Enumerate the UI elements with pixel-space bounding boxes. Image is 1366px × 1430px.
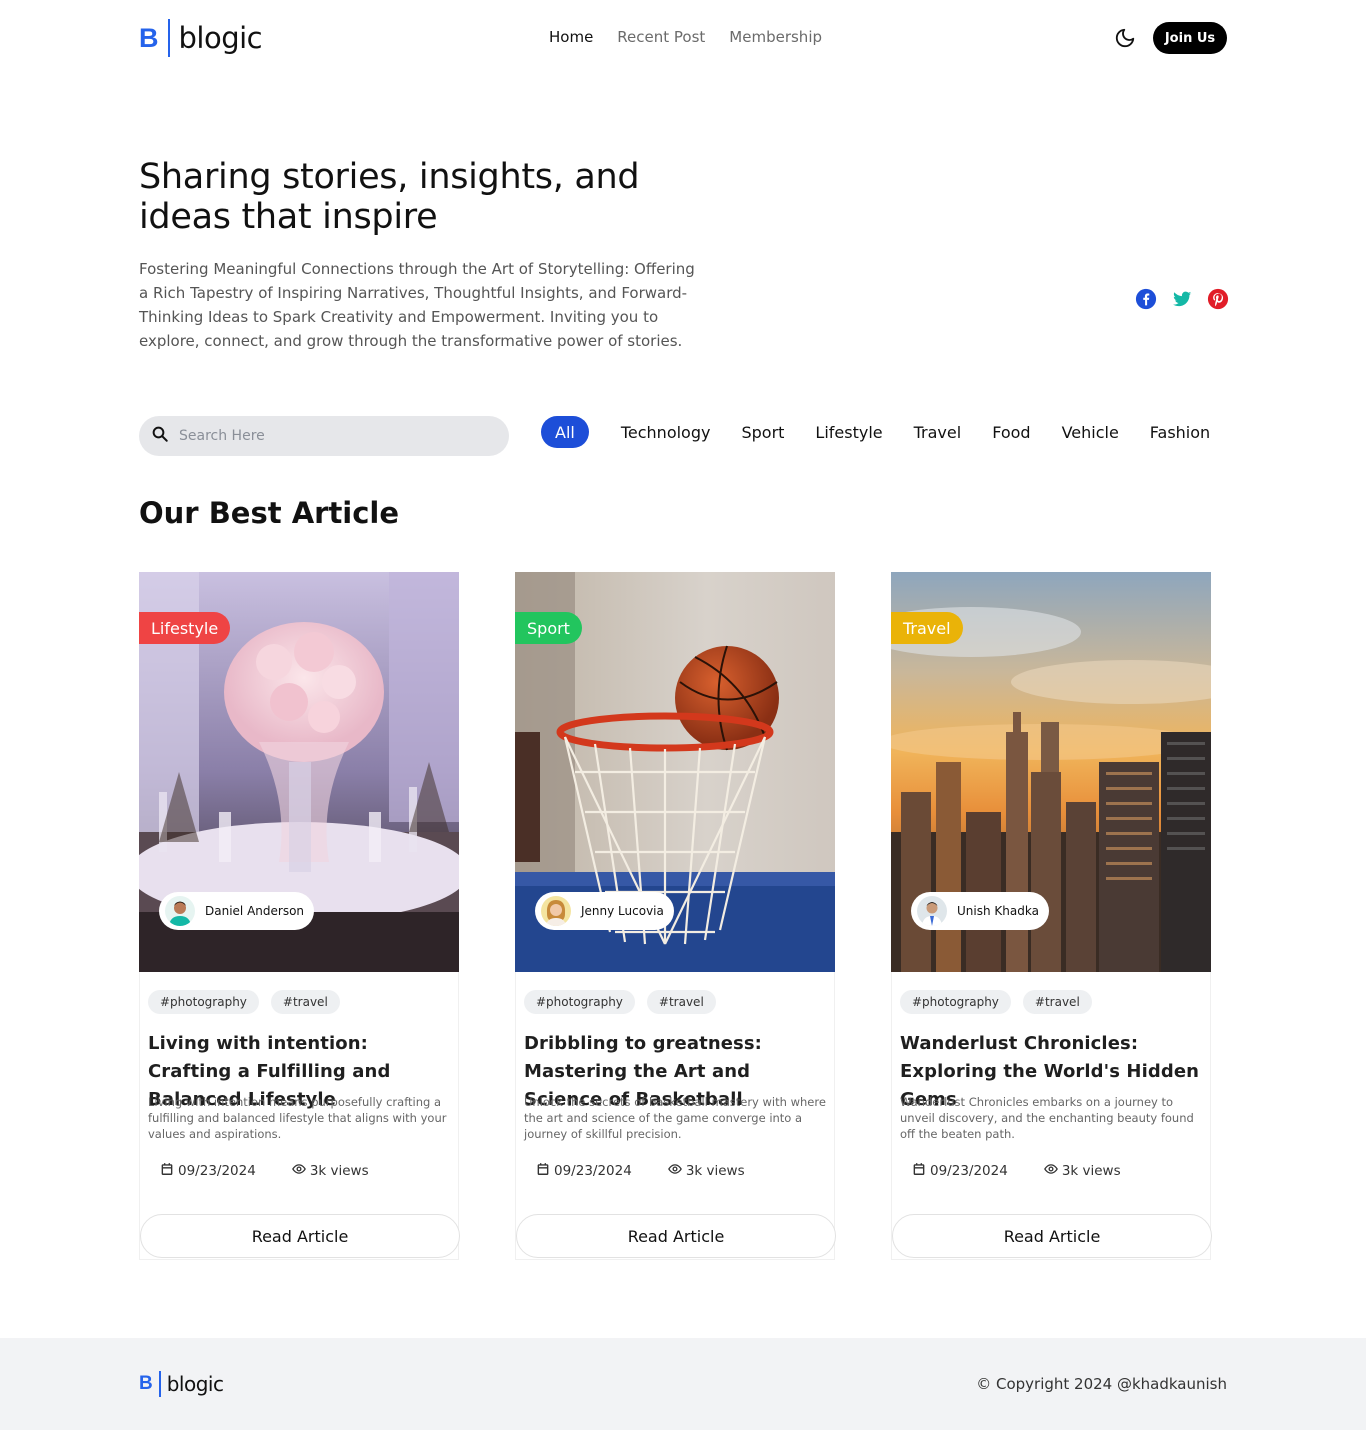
avatar [541,896,571,926]
copyright-text: © Copyright 2024 @khadkaunish [976,1375,1227,1393]
hero-subtitle: Fostering Meaningful Connections through… [139,260,695,350]
avatar [917,896,947,926]
card-body: #photography #travel Wanderlust Chronicl… [891,972,1212,1260]
social-links [1135,288,1229,310]
author-name: Jenny Lucovia [581,904,664,918]
site-footer: B blogic © Copyright 2024 @khadkaunish [0,1338,1366,1430]
filter-vehicle[interactable]: Vehicle [1062,416,1119,448]
tag-list: #photography #travel [524,990,716,1014]
eye-icon [291,1162,306,1180]
tag-list: #photography #travel [148,990,340,1014]
main-nav: Home Recent Post Membership [549,28,822,46]
category-badge[interactable]: Lifestyle [139,612,231,644]
facebook-icon[interactable] [1135,288,1157,310]
article-meta: 09/23/2024 3k views [912,1162,1121,1180]
tag-photography[interactable]: #photography [148,990,259,1014]
eye-icon [667,1162,682,1180]
article-card-travel: Travel Unish Khadka #photography #travel… [891,572,1212,1260]
calendar-icon [912,1162,926,1180]
logo-letter: B [139,1373,153,1394]
article-description: Unlock the secrets of basketball mastery… [524,1095,826,1141]
article-description: Wanderlust Chronicles embarks on a journ… [900,1095,1194,1141]
filter-food[interactable]: Food [992,416,1030,448]
article-date: 09/23/2024 [930,1163,1008,1179]
nav-membership[interactable]: Membership [729,28,822,46]
nav-recent-post[interactable]: Recent Post [617,28,705,46]
footer-logo[interactable]: B blogic [139,1371,224,1397]
article-meta: 09/23/2024 3k views [536,1162,745,1180]
eye-icon [1043,1162,1058,1180]
search-icon [151,425,169,447]
filter-travel[interactable]: Travel [914,416,962,448]
read-article-button[interactable]: Read Article [140,1214,460,1258]
filter-sport[interactable]: Sport [741,416,784,448]
tag-list: #photography #travel [900,990,1092,1014]
author-name: Daniel Anderson [205,904,305,918]
article-card-lifestyle: Lifestyle Daniel Anderson #photography #… [139,572,460,1260]
tag-travel[interactable]: #travel [270,990,340,1014]
filter-technology[interactable]: Technology [621,416,711,448]
article-date: 09/23/2024 [554,1163,632,1179]
logo-letter: B [139,22,159,53]
tag-photography[interactable]: #photography [524,990,635,1014]
article-meta: 09/23/2024 3k views [160,1162,369,1180]
calendar-icon [536,1162,550,1180]
twitter-icon[interactable] [1171,288,1193,310]
logo-divider [167,19,170,57]
section-title-plain: Our [139,496,209,530]
card-body: #photography #travel Dribbling to greatn… [515,972,836,1260]
article-views: 3k views [1061,1163,1121,1179]
filter-fashion[interactable]: Fashion [1150,416,1210,448]
card-body: #photography #travel Living with intenti… [139,972,460,1260]
read-article-button[interactable]: Read Article [892,1214,1212,1258]
logo-text: blogic [178,21,263,55]
section-title: Our Best Article [139,496,399,530]
article-views: 3k views [685,1163,745,1179]
nav-home[interactable]: Home [549,28,593,46]
article-views: 3k views [309,1163,369,1179]
category-badge[interactable]: Travel [891,612,963,644]
search-input[interactable] [179,428,479,444]
logo-divider [158,1371,161,1397]
site-header: B blogic Home Recent Post Membership Joi… [139,18,1227,60]
logo-text: blogic [166,1372,224,1396]
category-badge[interactable]: Sport [515,612,582,644]
site-logo[interactable]: B blogic [139,18,263,58]
join-us-button[interactable]: Join Us [1153,22,1227,54]
date-meta: 09/23/2024 [160,1162,256,1180]
tag-travel[interactable]: #travel [1022,990,1092,1014]
author-name: Unish Khadka [957,904,1039,918]
article-card-sport: Sport Jenny Lucovia #photography #travel… [515,572,836,1260]
calendar-icon [160,1162,174,1180]
moon-icon[interactable] [1114,27,1136,49]
views-meta: 3k views [1043,1162,1121,1180]
tag-photography[interactable]: #photography [900,990,1011,1014]
read-article-button[interactable]: Read Article [516,1214,836,1258]
hero-title: Sharing stories, insights, and ideas tha… [139,157,640,237]
views-meta: 3k views [291,1162,369,1180]
article-date: 09/23/2024 [178,1163,256,1179]
section-title-bold: Best Article [208,496,400,530]
date-meta: 09/23/2024 [536,1162,632,1180]
author-chip[interactable]: Unish Khadka [911,892,1049,930]
views-meta: 3k views [667,1162,745,1180]
tag-travel[interactable]: #travel [646,990,716,1014]
filter-lifestyle[interactable]: Lifestyle [815,416,882,448]
pinterest-icon[interactable] [1207,288,1229,310]
article-description: Living with intention means purposefully… [148,1095,447,1141]
category-filters: All Technology Sport Lifestyle Travel Fo… [541,416,1210,448]
author-chip[interactable]: Daniel Anderson [159,892,315,930]
author-chip[interactable]: Jenny Lucovia [535,892,674,930]
date-meta: 09/23/2024 [912,1162,1008,1180]
search-bar [139,416,509,456]
filter-all[interactable]: All [541,416,589,448]
avatar [165,896,195,926]
